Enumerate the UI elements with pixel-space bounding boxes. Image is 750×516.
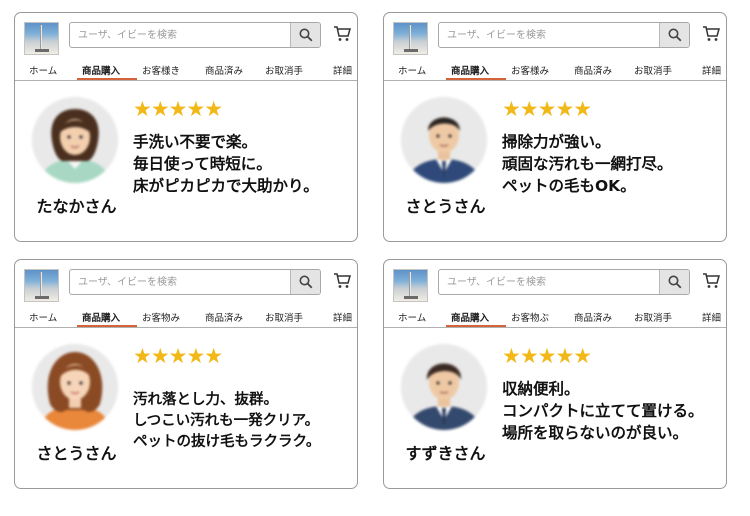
review-text: 掃除力が強い。 頑固な汚れも一網打尽。 ペットの毛もOK。 (502, 131, 724, 197)
search-button[interactable] (659, 23, 689, 47)
search-bar (69, 22, 321, 48)
review-text: 収納便利。 コンパクトに立てて置ける。 場所を取らないのが良い。 (502, 378, 724, 444)
review-card: ホーム 商品購入 お客様み 商品済み お取消手 詳細 さとうさん ★★★★★ 掃… (383, 12, 727, 242)
reviewer-name: すずきさん (405, 444, 486, 463)
nav-tabs: ホーム 商品購入 お客物ぶ 商品済み お取消手 詳細 (384, 306, 726, 328)
review-line: 場所を取らないのが良い。 (502, 424, 689, 442)
search-bar (69, 269, 321, 295)
cart-icon[interactable] (333, 272, 351, 289)
product-thumbnail[interactable] (393, 22, 428, 55)
search-input[interactable] (70, 270, 290, 294)
cart-icon[interactable] (333, 25, 351, 42)
avatar (401, 97, 487, 183)
tab-details[interactable]: 詳細 (333, 310, 352, 324)
tab-purchased[interactable]: 商品済み (205, 310, 243, 324)
cart-icon[interactable] (702, 25, 720, 42)
active-tab-indicator (77, 78, 137, 80)
active-tab-indicator (446, 325, 506, 327)
product-thumbnail[interactable] (24, 22, 59, 55)
tab-customer[interactable]: お客物ぶ (511, 310, 549, 324)
search-bar (438, 269, 690, 295)
nav-tabs: ホーム 商品購入 お客様み 商品済み お取消手 詳細 (384, 59, 726, 81)
search-button[interactable] (290, 23, 320, 47)
reviewer-name: たなかさん (36, 197, 117, 216)
tab-purchased[interactable]: 商品済み (574, 310, 612, 324)
avatar (32, 97, 118, 183)
avatar (32, 344, 118, 430)
tab-home[interactable]: ホーム (398, 63, 426, 77)
star-rating: ★★★★★ (133, 344, 223, 368)
search-input[interactable] (70, 23, 290, 47)
tab-purchased[interactable]: 商品済み (574, 63, 612, 77)
review-line: 収納便利。 (502, 380, 580, 398)
review-text: 汚れ落とし力、抜群。 しつこい汚れも一発クリア。 ペットの抜け毛もラクラク。 (133, 390, 355, 453)
tab-purchase[interactable]: 商品購入 (82, 310, 120, 324)
product-thumbnail[interactable] (24, 269, 59, 302)
review-line: ペットの毛もOK。 (502, 177, 636, 195)
nav-tabs: ホーム 商品購入 お客様き 商品済み お取消手 詳細 (15, 59, 357, 81)
tab-cancel[interactable]: お取消手 (265, 63, 303, 77)
search-bar (438, 22, 690, 48)
tab-purchase[interactable]: 商品購入 (82, 63, 120, 77)
review-line: 手洗い不要で楽。 (133, 133, 258, 151)
review-line: 床がピカピカで大助かり。 (133, 177, 319, 195)
review-line: ペットの抜け毛もラクラク。 (133, 434, 321, 450)
tab-cancel[interactable]: お取消手 (634, 310, 672, 324)
review-card: ホーム 商品購入 お客様き 商品済み お取消手 詳細 たなかさん ★★★★★ 手… (14, 12, 358, 242)
tab-home[interactable]: ホーム (29, 63, 57, 77)
active-tab-indicator (77, 325, 137, 327)
reviewer-name: さとうさん (405, 197, 486, 216)
tab-home[interactable]: ホーム (29, 310, 57, 324)
review-line: 汚れ落とし力、抜群。 (133, 392, 278, 408)
review-line: 頑固な汚れも一網打尽。 (502, 155, 673, 173)
search-icon (299, 28, 313, 42)
search-button[interactable] (290, 270, 320, 294)
tab-purchased[interactable]: 商品済み (205, 63, 243, 77)
nav-tabs: ホーム 商品購入 お客物み 商品済み お取消手 詳細 (15, 306, 357, 328)
tab-cancel[interactable]: お取消手 (265, 310, 303, 324)
review-line: コンパクトに立てて置ける。 (502, 402, 704, 420)
search-icon (668, 275, 682, 289)
search-button[interactable] (659, 270, 689, 294)
review-line: しつこい汚れも一発クリア。 (133, 413, 320, 429)
star-rating: ★★★★★ (502, 97, 592, 121)
tab-customer[interactable]: お客様き (142, 63, 180, 77)
tab-details[interactable]: 詳細 (702, 310, 721, 324)
tab-cancel[interactable]: お取消手 (634, 63, 672, 77)
search-icon (299, 275, 313, 289)
avatar (401, 344, 487, 430)
search-icon (668, 28, 682, 42)
tab-customer[interactable]: お客物み (142, 310, 180, 324)
review-card: ホーム 商品購入 お客物ぶ 商品済み お取消手 詳細 すずきさん ★★★★★ 収… (383, 259, 727, 489)
tab-details[interactable]: 詳細 (702, 63, 721, 77)
tab-purchase[interactable]: 商品購入 (451, 310, 489, 324)
review-text: 手洗い不要で楽。 毎日使って時短に。 床がピカピカで大助かり。 (133, 131, 355, 197)
star-rating: ★★★★★ (133, 97, 223, 121)
tab-details[interactable]: 詳細 (333, 63, 352, 77)
star-rating: ★★★★★ (502, 344, 592, 368)
tab-home[interactable]: ホーム (398, 310, 426, 324)
reviewer-name: さとうさん (36, 444, 117, 463)
tab-customer[interactable]: お客様み (511, 63, 549, 77)
tab-purchase[interactable]: 商品購入 (451, 63, 489, 77)
search-input[interactable] (439, 23, 659, 47)
review-line: 毎日使って時短に。 (133, 155, 272, 173)
search-input[interactable] (439, 270, 659, 294)
review-card: ホーム 商品購入 お客物み 商品済み お取消手 詳細 さとうさん ★★★★★ 汚… (14, 259, 358, 489)
active-tab-indicator (446, 78, 506, 80)
review-line: 掃除力が強い。 (502, 133, 611, 151)
product-thumbnail[interactable] (393, 269, 428, 302)
cart-icon[interactable] (702, 272, 720, 289)
